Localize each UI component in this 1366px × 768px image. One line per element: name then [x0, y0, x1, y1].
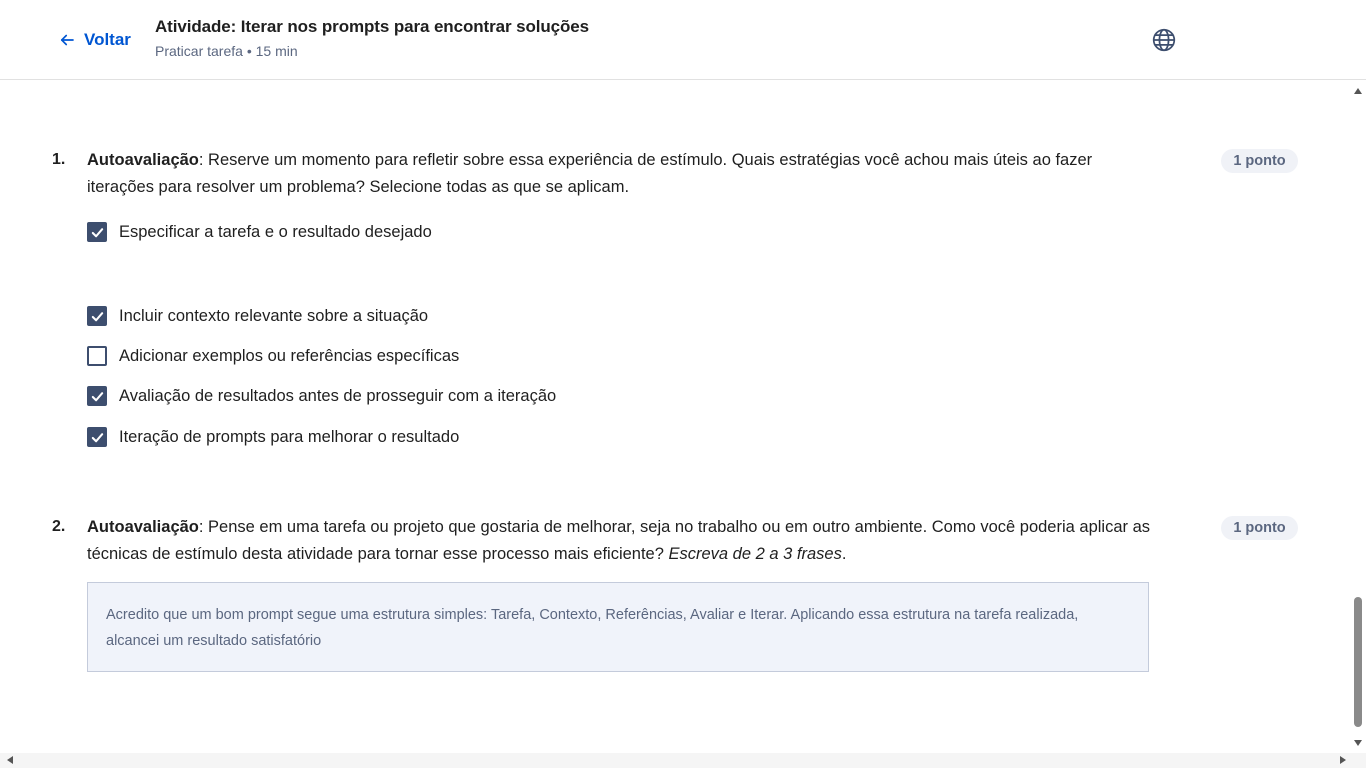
question-label: Autoavaliação: [87, 518, 199, 536]
scroll-left-icon[interactable]: [5, 755, 15, 765]
globe-icon: [1152, 28, 1176, 52]
question-number: 1.: [52, 151, 66, 168]
language-button[interactable]: [1151, 27, 1177, 53]
answer-textarea[interactable]: Acredito que um bom prompt segue uma est…: [87, 582, 1149, 672]
points-badge: 1 ponto: [1221, 516, 1298, 540]
option-label: Incluir contexto relevante sobre a situa…: [119, 306, 429, 325]
checkmark-icon: [91, 227, 103, 237]
checkbox-checked[interactable]: [87, 427, 107, 447]
option-4[interactable]: Avaliação de resultados antes de prosseg…: [87, 385, 556, 407]
checkbox-checked[interactable]: [87, 222, 107, 242]
option-2[interactable]: Incluir contexto relevante sobre a situa…: [87, 305, 428, 327]
page-title: Atividade: Iterar nos prompts para encon…: [155, 17, 589, 36]
back-button[interactable]: Voltar: [58, 26, 131, 54]
question-body: : Reserve um momento para refletir sobre…: [87, 151, 1093, 196]
page-header: Voltar Atividade: Iterar nos prompts par…: [0, 0, 1366, 80]
checkmark-icon: [91, 432, 103, 442]
checkmark-icon: [91, 311, 103, 321]
option-label: Iteração de prompts para melhorar o resu…: [119, 427, 460, 446]
question-label: Autoavaliação: [87, 151, 199, 169]
option-5[interactable]: Iteração de prompts para melhorar o resu…: [87, 426, 459, 448]
question-instruction: Escreva de 2 a 3 frases: [668, 545, 842, 563]
question-text: Autoavaliação: Reserve um momento para r…: [87, 147, 1162, 201]
title-block: Atividade: Iterar nos prompts para encon…: [155, 17, 589, 59]
back-label: Voltar: [84, 30, 131, 49]
checkbox-checked[interactable]: [87, 306, 107, 326]
scrollbar-thumb[interactable]: [1354, 597, 1362, 727]
scroll-right-icon[interactable]: [1338, 755, 1348, 765]
question-body: : Pense em uma tarefa ou projeto que gos…: [87, 518, 1151, 563]
option-3[interactable]: Adicionar exemplos ou referências especí…: [87, 345, 459, 367]
question-number: 2.: [52, 518, 66, 535]
scroll-up-icon[interactable]: [1353, 86, 1363, 96]
question-end: .: [841, 545, 847, 563]
points-badge: 1 ponto: [1221, 149, 1298, 173]
quiz-content: 1. Autoavaliação: Reserve um momento par…: [0, 81, 1350, 753]
question-text: Autoavaliação: Pense em uma tarefa ou pr…: [87, 514, 1162, 568]
option-1[interactable]: Especificar a tarefa e o resultado desej…: [87, 221, 432, 243]
option-label: Avaliação de resultados antes de prosseg…: [119, 386, 557, 405]
arrow-left-icon: [60, 34, 74, 46]
checkmark-icon: [91, 391, 103, 401]
checkbox-unchecked[interactable]: [87, 346, 107, 366]
scroll-down-icon[interactable]: [1353, 738, 1363, 748]
option-label: Especificar a tarefa e o resultado desej…: [119, 222, 432, 241]
vertical-scrollbar[interactable]: [1350, 81, 1366, 753]
checkbox-checked[interactable]: [87, 386, 107, 406]
page-subtitle: Praticar tarefa • 15 min: [155, 43, 298, 59]
option-label: Adicionar exemplos ou referências especí…: [119, 346, 460, 365]
horizontal-scrollbar[interactable]: [0, 753, 1366, 768]
